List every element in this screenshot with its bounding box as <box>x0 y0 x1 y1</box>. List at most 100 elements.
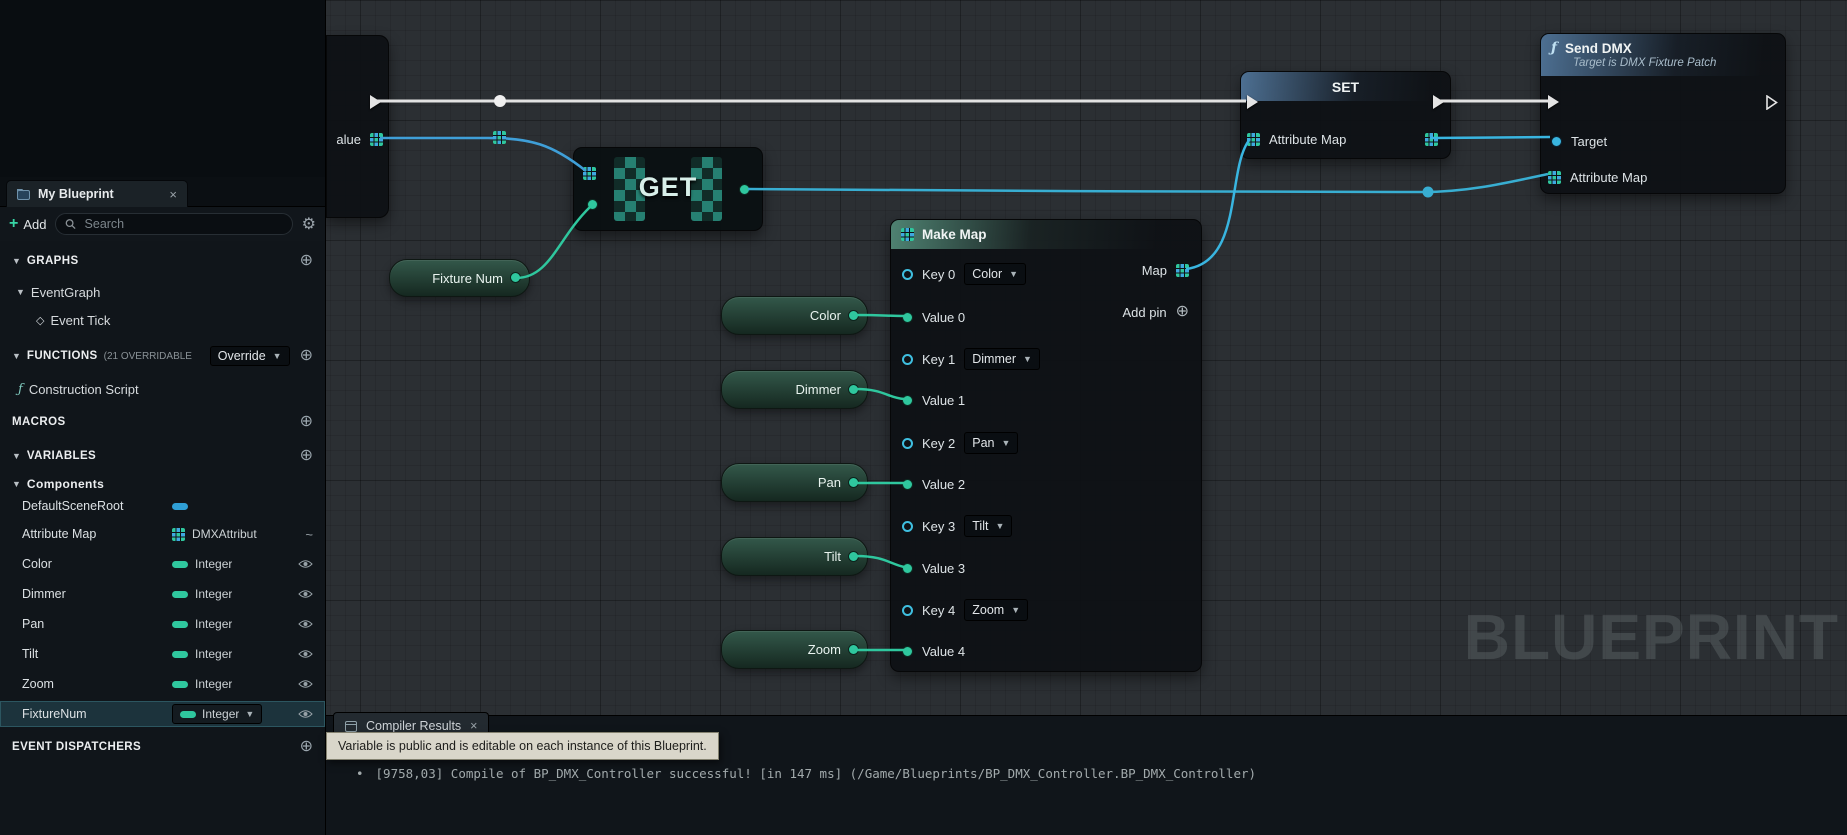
send-dmx-title: Send DMX <box>1565 41 1632 56</box>
variable-row-pan[interactable]: Pan Integer <box>0 611 325 637</box>
var-node-fixture-num[interactable]: Fixture Num <box>389 259 530 297</box>
variable-row-attribute-map[interactable]: Attribute Map DMXAttribut ~ <box>0 521 325 547</box>
key-input-pin[interactable] <box>587 199 598 210</box>
panel-tab-bar: My Blueprint × <box>0 177 325 207</box>
map-output-pin[interactable] <box>1425 133 1438 146</box>
add-pin-button[interactable]: ⊕ <box>1176 304 1189 320</box>
variable-row-color[interactable]: Color Integer <box>0 551 325 577</box>
value-pin[interactable] <box>902 395 913 406</box>
eye-icon[interactable] <box>298 679 313 689</box>
variable-row-tilt[interactable]: Tilt Integer <box>0 641 325 667</box>
map-input-pin[interactable] <box>1247 133 1260 146</box>
macros-section-header[interactable]: MACROS ⊕ <box>0 410 325 434</box>
eye-icon[interactable] <box>298 619 313 629</box>
output-pin[interactable] <box>848 551 859 562</box>
exec-in-pin[interactable] <box>1247 95 1258 109</box>
exec-out-pin[interactable] <box>1766 95 1778 110</box>
eye-icon[interactable] <box>298 649 313 659</box>
eventgraph-item[interactable]: ▼ EventGraph <box>0 280 325 304</box>
key-pin[interactable] <box>902 438 913 449</box>
value-pin[interactable] <box>902 563 913 574</box>
make-map-header[interactable]: Make Map <box>891 220 1201 249</box>
value-pin[interactable] <box>902 646 913 657</box>
add-graph-button[interactable]: ⊕ <box>300 253 313 269</box>
add-function-button[interactable]: ⊕ <box>300 348 313 364</box>
map-output-pin[interactable] <box>1176 264 1189 277</box>
add-event-dispatcher-button[interactable]: ⊕ <box>300 739 313 755</box>
tab-my-blueprint[interactable]: My Blueprint × <box>6 180 188 207</box>
output-pin[interactable] <box>848 310 859 321</box>
event-dispatchers-section-header[interactable]: EVENT DISPATCHERS ⊕ <box>0 735 325 759</box>
gear-icon[interactable]: ⚙ <box>302 214 316 234</box>
construction-script-item[interactable]: ƒ Construction Script <box>0 377 325 401</box>
variable-type-dropdown[interactable]: Integer ▼ <box>172 704 262 724</box>
reroute-node[interactable] <box>1423 187 1434 198</box>
key-label: Key 2 <box>922 436 955 451</box>
key-pin[interactable] <box>902 354 913 365</box>
compiler-tab-label: Compiler Results <box>366 719 461 733</box>
make-map-node[interactable]: Make Map Key 0 Color▼ Value 0 Key 1 Dimm… <box>890 219 1202 672</box>
value-pin[interactable] <box>902 312 913 323</box>
map-input-pin[interactable] <box>1548 171 1561 184</box>
variable-type: Integer <box>195 677 232 691</box>
variable-row-fixturenum[interactable]: FixtureNum Integer ▼ <box>0 701 325 727</box>
output-pin[interactable] <box>848 477 859 488</box>
var-node-pan[interactable]: Pan <box>721 463 868 502</box>
var-node-dimmer[interactable]: Dimmer <box>721 370 868 409</box>
map-reroute-pin[interactable] <box>493 131 506 144</box>
key-combo[interactable]: Dimmer▼ <box>964 348 1040 370</box>
variables-section-header[interactable]: ▼ VARIABLES ⊕ <box>0 444 325 468</box>
key-combo[interactable]: Zoom▼ <box>964 599 1028 621</box>
var-node-tilt[interactable]: Tilt <box>721 537 868 576</box>
variable-name: Attribute Map <box>12 527 172 541</box>
eye-icon[interactable] <box>298 709 313 719</box>
var-node-label: Zoom <box>808 642 841 657</box>
map-output-label: Map <box>1142 263 1167 278</box>
variable-row-defaultsceneroot[interactable]: DefaultSceneRoot <box>0 493 325 519</box>
close-icon[interactable]: × <box>169 187 177 202</box>
exec-out-pin[interactable] <box>1433 95 1444 109</box>
variables-label: VARIABLES <box>27 450 96 462</box>
output-pin[interactable] <box>848 644 859 655</box>
functions-section-header[interactable]: ▼ FUNCTIONS (21 OVERRIDABLE Override ▼ ⊕ <box>0 344 325 368</box>
map-get-node[interactable]: GET <box>573 147 763 231</box>
value-pin[interactable] <box>902 479 913 490</box>
override-dropdown[interactable]: Override ▼ <box>210 346 290 366</box>
variable-row-zoom[interactable]: Zoom Integer <box>0 671 325 697</box>
key-combo[interactable]: Tilt▼ <box>964 515 1012 537</box>
revert-icon[interactable]: ~ <box>305 527 313 542</box>
panel-toolbar: + Add ⚙ <box>0 207 325 241</box>
close-icon[interactable]: × <box>470 719 477 733</box>
add-button[interactable]: + Add <box>9 215 46 233</box>
value-wire <box>748 174 1548 192</box>
key-pin[interactable] <box>902 269 913 280</box>
variable-row-dimmer[interactable]: Dimmer Integer <box>0 581 325 607</box>
clipped-set-node[interactable]: alue <box>326 35 389 218</box>
add-variable-button[interactable]: ⊕ <box>300 448 313 464</box>
var-node-zoom[interactable]: Zoom <box>721 630 868 669</box>
output-pin[interactable] <box>510 272 521 283</box>
key-pin[interactable] <box>902 605 913 616</box>
exec-in-pin[interactable] <box>1548 95 1559 109</box>
value-output-pin[interactable] <box>739 184 750 195</box>
graphs-section-header[interactable]: ▼ GRAPHS ⊕ <box>0 249 325 273</box>
search-input[interactable] <box>83 216 283 232</box>
exec-out-pin[interactable] <box>370 95 381 109</box>
key-combo[interactable]: Color▼ <box>964 263 1026 285</box>
event-tick-item[interactable]: ◇ Event Tick <box>0 308 325 332</box>
eye-icon[interactable] <box>298 559 313 569</box>
exec-reroute-node[interactable] <box>494 95 506 107</box>
output-pin[interactable] <box>848 384 859 395</box>
integer-type-pill <box>180 711 196 718</box>
add-macro-button[interactable]: ⊕ <box>300 414 313 430</box>
add-pin-label: Add pin <box>1123 305 1167 320</box>
map-input-pin[interactable] <box>583 167 596 180</box>
map-pin[interactable] <box>370 133 383 146</box>
key-combo[interactable]: Pan▼ <box>964 432 1018 454</box>
eye-icon[interactable] <box>298 589 313 599</box>
send-dmx-node[interactable]: ƒ Send DMX Target is DMX Fixture Patch T… <box>1540 33 1786 194</box>
key-pin[interactable] <box>902 521 913 532</box>
set-attribute-map-node[interactable]: SET Attribute Map <box>1240 71 1451 159</box>
target-pin[interactable] <box>1551 136 1562 147</box>
var-node-color[interactable]: Color <box>721 296 868 335</box>
